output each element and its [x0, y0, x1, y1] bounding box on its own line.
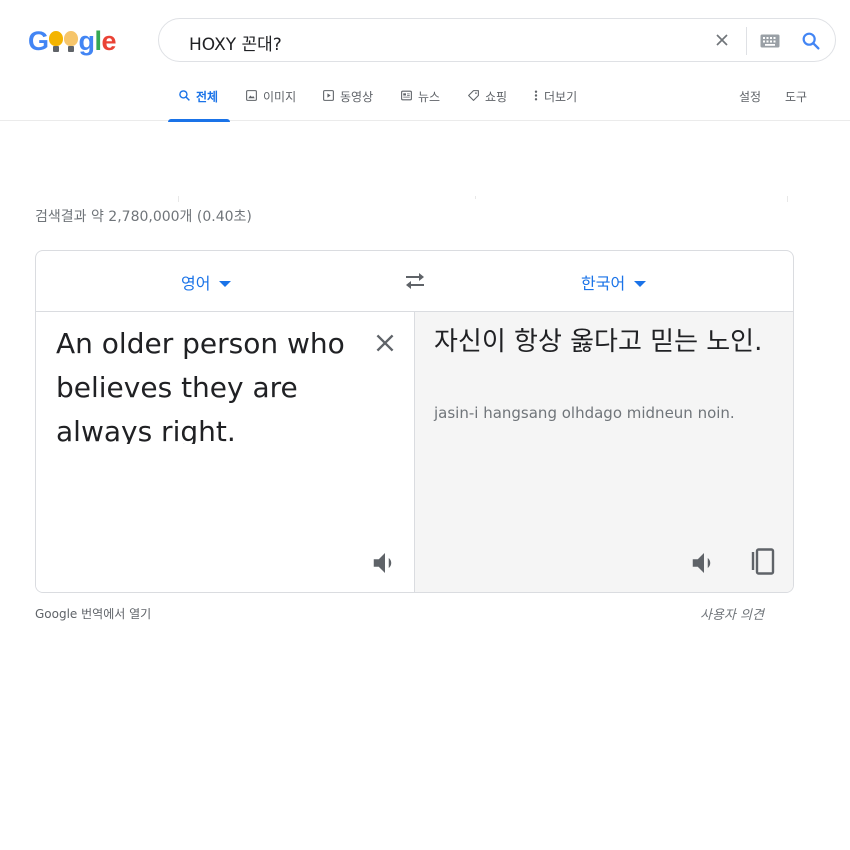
target-pane: 자신이 항상 옳다고 믿는 노인. jasin-i hangsang olhda… [415, 312, 793, 592]
image-icon [246, 90, 257, 101]
video-icon [323, 90, 334, 101]
chevron-down-icon [634, 280, 647, 287]
source-language-label: 영어 [181, 274, 211, 293]
translated-text: 자신이 항상 옳다고 믿는 노인. [434, 327, 763, 357]
open-in-translate-link[interactable]: Google 번역에서 열기 [35, 605, 151, 622]
more-vert-icon [534, 90, 538, 101]
result-stats: 검색결과 약 2,780,000개 (0.40초) [35, 209, 252, 225]
keyboard-icon[interactable] [760, 34, 780, 48]
lightbulb-icon [49, 31, 64, 53]
target-language-label: 한국어 [581, 274, 626, 293]
divider-mark [475, 196, 476, 199]
tab-label: 동영상 [340, 90, 374, 104]
source-text-input[interactable]: An older person who believes they are al… [56, 322, 356, 444]
swap-icon[interactable] [402, 270, 428, 292]
tab-videos[interactable]: 동영상 [322, 88, 373, 120]
logo-letter-e: e [101, 26, 117, 56]
tab-shopping[interactable]: 쇼핑 [467, 88, 507, 120]
divider-mark [787, 196, 788, 202]
logo-letter-g2: g [78, 26, 96, 56]
search-icon [179, 90, 190, 101]
tab-label: 이미지 [263, 90, 297, 104]
tab-label: 뉴스 [418, 90, 441, 104]
tab-label: 전체 [196, 90, 219, 104]
tab-images[interactable]: 이미지 [245, 88, 296, 120]
tab-label: 더보기 [544, 90, 578, 104]
source-language-select[interactable]: 영어 [181, 270, 232, 294]
tab-label: 쇼핑 [485, 90, 508, 104]
google-logo[interactable]: Ggle [28, 26, 117, 56]
romanization-text: jasin-i hangsang olhdago midneun noin. [434, 404, 735, 422]
close-icon[interactable] [372, 330, 398, 356]
search-tabs: 전체 이미지 동영상 뉴스 쇼핑 더보기 설정 도구 [0, 84, 850, 122]
logo-letter-g: G [28, 26, 49, 56]
tools-link[interactable]: 도구 [785, 88, 807, 105]
searchbox-divider [746, 27, 747, 55]
tag-icon [468, 90, 479, 101]
search-icon[interactable] [800, 30, 822, 52]
divider-mark [178, 196, 179, 202]
speaker-icon[interactable] [689, 548, 719, 578]
tab-more[interactable]: 더보기 [533, 88, 577, 120]
chevron-down-icon [219, 280, 232, 287]
news-icon [401, 90, 412, 101]
feedback-link[interactable]: 사용자 의견 [700, 604, 764, 623]
source-pane: An older person who believes they are al… [36, 312, 415, 592]
clear-icon[interactable] [712, 30, 732, 50]
settings-link[interactable]: 설정 [739, 88, 761, 105]
tab-news[interactable]: 뉴스 [400, 88, 440, 120]
translate-card: 영어 한국어 An older person who believes they… [35, 250, 794, 593]
lightbulb-icon [64, 31, 79, 53]
tab-all[interactable]: 전체 [167, 88, 231, 122]
target-language-select[interactable]: 한국어 [581, 270, 647, 294]
search-input[interactable]: HOXY 꼰대? [189, 30, 282, 55]
copy-icon[interactable] [751, 548, 775, 576]
speaker-icon[interactable] [370, 548, 400, 578]
language-bar: 영어 한국어 [36, 251, 793, 312]
search-box[interactable]: HOXY 꼰대? [158, 18, 836, 62]
logo-letter-l: l [94, 26, 103, 56]
